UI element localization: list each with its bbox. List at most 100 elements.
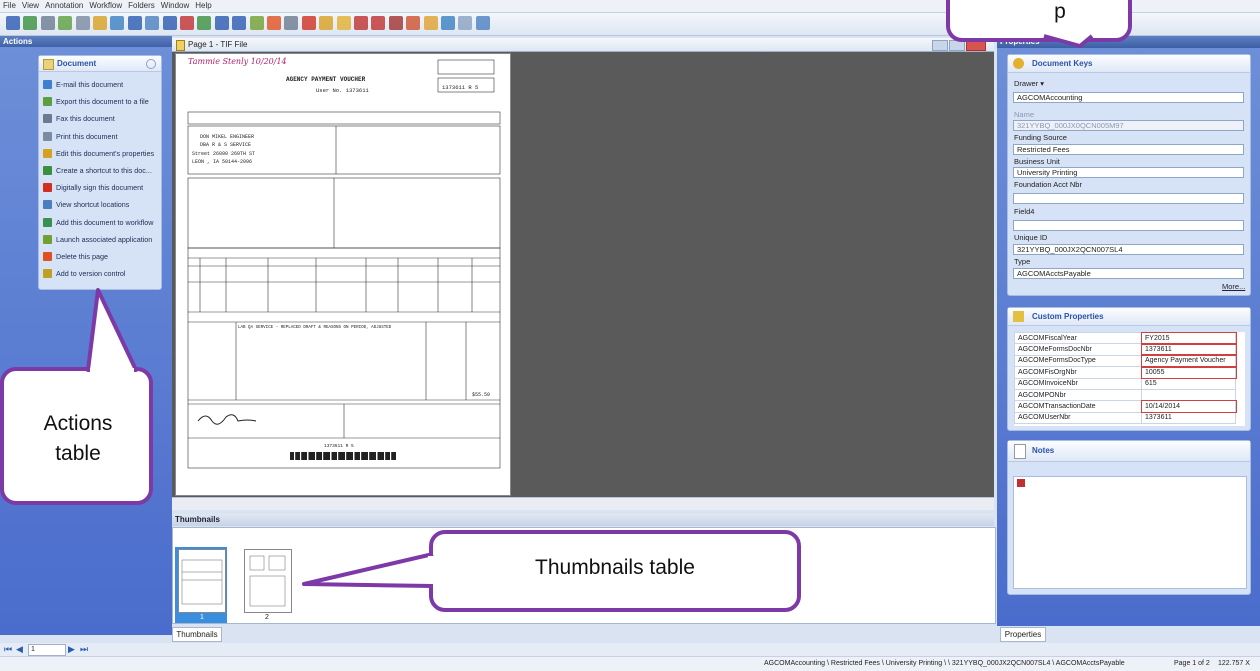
custom-property-value[interactable]: Agency Payment Voucher	[1140, 354, 1237, 368]
fax-icon[interactable]	[40, 16, 55, 30]
properties-tab[interactable]: Properties	[1000, 627, 1046, 642]
menu-view[interactable]: View	[19, 0, 42, 12]
action-item[interactable]: Export this document to a file	[39, 93, 161, 110]
line-icon[interactable]	[406, 16, 421, 30]
custom-property-value[interactable]: 1373611	[1140, 342, 1237, 357]
menu-file[interactable]: File	[0, 0, 19, 12]
action-item-label: Delete this page	[56, 251, 108, 261]
text-icon[interactable]	[284, 16, 299, 30]
custom-properties-header[interactable]: Custom Properties	[1008, 308, 1250, 326]
menu-workflow[interactable]: Workflow	[86, 0, 125, 12]
menu-folders[interactable]: Folders	[125, 0, 158, 12]
voucher-total: $55.50	[472, 392, 491, 398]
add-note-icon[interactable]	[1017, 479, 1025, 487]
save-icon[interactable]	[6, 16, 20, 30]
action-item[interactable]: Create a shortcut to this doc...	[39, 162, 161, 179]
check-icon[interactable]	[93, 16, 107, 30]
top-callout-text: p	[1054, 0, 1066, 23]
select-icon[interactable]	[232, 16, 247, 30]
action-item[interactable]: Add to version control	[39, 265, 161, 282]
action-item[interactable]: Print this document	[39, 128, 161, 145]
custom-properties-title: Custom Properties	[1032, 312, 1104, 321]
action-item[interactable]: Digitally sign this document	[39, 179, 161, 196]
drawer-label: Drawer ▾	[1014, 79, 1045, 88]
pen-icon[interactable]	[371, 16, 386, 30]
notes-area[interactable]	[1013, 476, 1247, 589]
custom-property-value[interactable]: 10055	[1140, 365, 1237, 380]
custom-property-value[interactable]	[1141, 388, 1236, 402]
note-icon[interactable]	[475, 16, 490, 30]
unique-id-field[interactable]: 321YYBQ_000JX2QCN007SL4	[1013, 244, 1244, 255]
eraser-icon[interactable]	[319, 16, 334, 30]
ellipse-icon[interactable]	[458, 16, 473, 30]
custom-property-value[interactable]: 615	[1141, 377, 1236, 390]
custom-property-row[interactable]: AGCOMPONbr	[1014, 388, 1236, 402]
next-page-icon[interactable]: ▶	[68, 645, 75, 654]
action-item[interactable]: Edit this document's properties	[39, 145, 161, 162]
document-keys-header[interactable]: Document Keys	[1008, 55, 1250, 73]
highlight-icon[interactable]	[336, 16, 351, 30]
action-item-label: Print this document	[56, 131, 118, 141]
action-item[interactable]: Add this document to workflow	[39, 214, 161, 231]
email-icon[interactable]	[23, 16, 38, 30]
thumbnails-tab[interactable]: Thumbnails	[172, 627, 222, 642]
annotation-icon[interactable]	[267, 16, 281, 30]
info-icon[interactable]	[110, 16, 125, 30]
fit-page-icon[interactable]	[197, 16, 212, 30]
last-page-icon[interactable]: ⏭	[80, 645, 88, 654]
pan-icon[interactable]	[249, 16, 264, 30]
custom-property-row[interactable]: AGCOMFisOrgNbr 10055	[1014, 365, 1237, 380]
custom-property-value[interactable]: 1373611	[1141, 411, 1236, 425]
custom-property-row[interactable]: AGCOMeFormsDocNbr 1373611	[1014, 342, 1237, 357]
action-item[interactable]: Launch associated application	[39, 231, 161, 248]
thumbnail-page-1[interactable]	[178, 549, 226, 613]
actions-callout: Actions table	[0, 367, 153, 505]
custom-property-row[interactable]: AGCOMInvoiceNbr 615	[1014, 377, 1236, 390]
more-link[interactable]: More...	[1222, 282, 1245, 291]
action-item[interactable]: View shortcut locations	[39, 196, 161, 213]
document-keys-title: Document Keys	[1032, 59, 1093, 68]
zoom-out-icon[interactable]	[145, 16, 160, 30]
custom-property-row[interactable]: AGCOMTransactionDate 10/14/2014	[1014, 399, 1237, 414]
minimize-button[interactable]	[932, 40, 948, 51]
menu-help[interactable]: Help	[192, 0, 214, 12]
name-label: Name	[1014, 110, 1035, 119]
notes-header[interactable]: Notes	[1008, 441, 1250, 462]
foundation-acct-field[interactable]	[1013, 193, 1244, 204]
menu-annotation[interactable]: Annotation	[42, 0, 86, 12]
first-page-icon[interactable]: ⏮	[4, 645, 12, 654]
checkmark-icon[interactable]	[388, 16, 403, 30]
collapse-icon[interactable]	[146, 59, 156, 69]
drawer-select[interactable]: AGCOMAccounting	[1013, 92, 1244, 103]
custom-property-row[interactable]: AGCOMeFormsDocType Agency Payment Voucher	[1014, 354, 1237, 368]
viewer-horizontal-scrollbar[interactable]	[172, 497, 994, 510]
actions-box-header[interactable]: Document	[39, 56, 161, 72]
thumbnail-page-2[interactable]	[244, 549, 292, 613]
refresh-icon[interactable]	[180, 16, 194, 30]
custom-property-value[interactable]: 10/14/2014	[1140, 399, 1237, 414]
stamp-icon[interactable]	[301, 16, 316, 30]
funding-source-field[interactable]: Restricted Fees	[1013, 144, 1244, 155]
menu-window[interactable]: Window	[158, 0, 192, 12]
zoom-in-icon[interactable]	[127, 16, 142, 30]
action-item[interactable]: Fax this document	[39, 110, 161, 127]
field4-field[interactable]	[1013, 220, 1244, 231]
print-icon[interactable]	[75, 16, 90, 30]
custom-property-value[interactable]: FY2015	[1140, 332, 1237, 345]
text-tool-icon[interactable]	[354, 16, 368, 30]
business-unit-field[interactable]: University Printing	[1013, 167, 1244, 178]
custom-properties-table: AGCOMFiscalYear FY2015 AGCOMeFormsDocNbr 13…	[1014, 332, 1245, 426]
custom-property-row[interactable]: AGCOMFiscalYear FY2015	[1014, 332, 1237, 345]
arrow-icon[interactable]	[423, 16, 438, 30]
fit-width-icon[interactable]	[214, 16, 229, 30]
export-icon[interactable]	[58, 16, 73, 30]
viewer-title: Page 1 - TIF File	[188, 40, 248, 49]
page-number-input[interactable]: 1	[28, 644, 66, 656]
custom-property-row[interactable]: AGCOMUserNbr 1373611	[1014, 411, 1236, 425]
rotate-icon[interactable]	[162, 16, 177, 30]
rectangle-icon[interactable]	[441, 16, 455, 30]
type-select[interactable]: AGCOMAcctsPayable	[1013, 268, 1244, 279]
action-item[interactable]: Delete this page	[39, 248, 161, 265]
action-item[interactable]: E-mail this document	[39, 76, 161, 93]
prev-page-icon[interactable]: ◀	[16, 645, 23, 654]
